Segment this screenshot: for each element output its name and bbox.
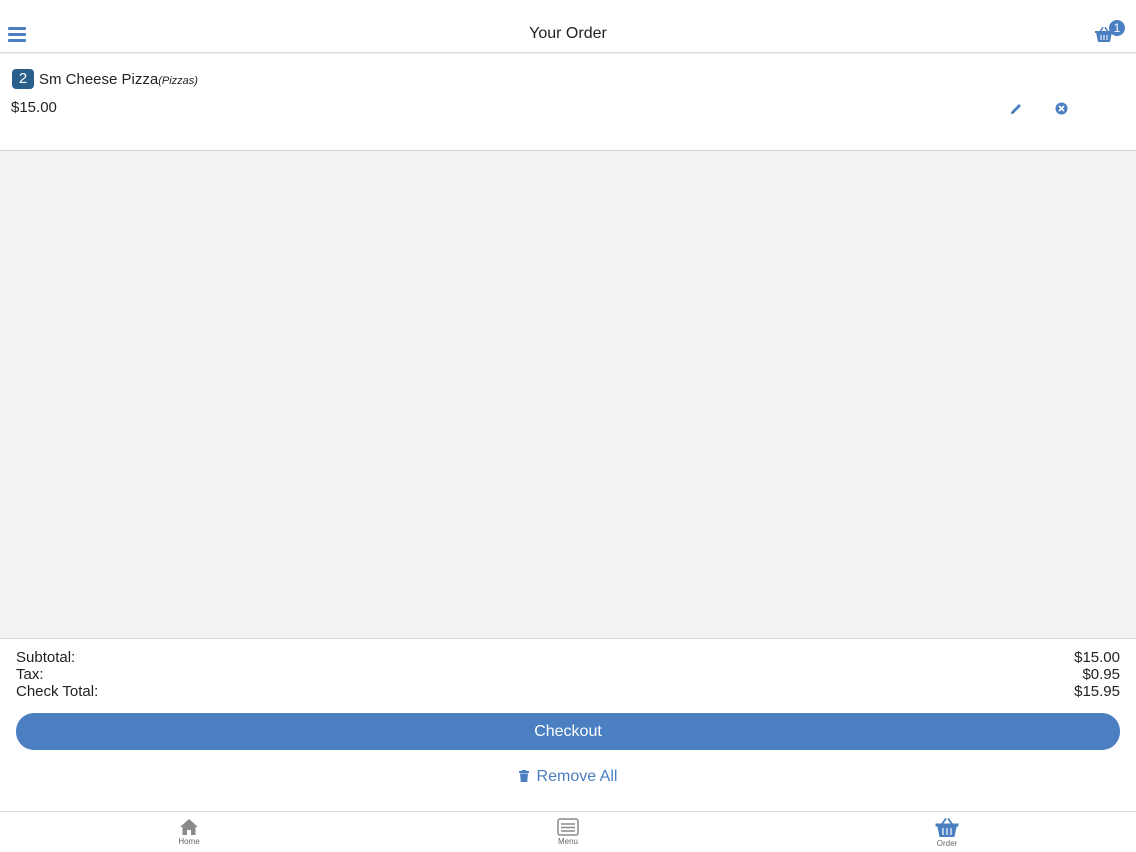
subtotal-row: Subtotal: $15.00 xyxy=(16,649,1120,667)
home-icon xyxy=(180,819,198,835)
nav-home-label: Home xyxy=(178,837,200,846)
item-price: $15.00 xyxy=(11,99,57,116)
trash-icon xyxy=(518,770,529,782)
tax-value: $0.95 xyxy=(1082,666,1120,683)
order-totals-panel: Subtotal: $15.00 Tax: $0.95 Check Total:… xyxy=(0,638,1136,812)
basket-icon xyxy=(935,818,959,837)
check-total-value: $15.95 xyxy=(1074,683,1120,700)
bottom-navigation: Home Menu Order xyxy=(0,811,1136,852)
item-name: Sm Cheese Pizza(Pizzas) xyxy=(39,71,198,88)
page-title: Your Order xyxy=(529,25,607,42)
cart-count-badge: 1 xyxy=(1109,20,1125,36)
pencil-icon xyxy=(1011,104,1021,114)
subtotal-label: Subtotal: xyxy=(16,649,76,666)
remove-all-label: Remove All xyxy=(536,768,618,785)
order-item-row: 2 Sm Cheese Pizza(Pizzas) $15.00 xyxy=(0,54,1136,151)
remove-item-button[interactable] xyxy=(1055,102,1068,115)
nav-order-label: Order xyxy=(936,839,958,848)
list-icon xyxy=(557,818,579,836)
check-total-row: Check Total: $15.95 xyxy=(16,683,1120,701)
check-total-label: Check Total: xyxy=(16,683,99,700)
item-category: (Pizzas) xyxy=(158,75,198,87)
remove-all-button[interactable]: Remove All xyxy=(0,768,1136,786)
nav-menu-label: Menu xyxy=(557,837,578,846)
close-circle-icon xyxy=(1055,102,1068,115)
top-bar: Your Order 1 xyxy=(0,0,1136,53)
quantity-badge: 2 xyxy=(12,69,34,89)
nav-home[interactable]: Home xyxy=(149,818,229,846)
item-name-text: Sm Cheese Pizza xyxy=(39,71,159,88)
cart-button[interactable]: 1 xyxy=(1093,18,1129,46)
subtotal-value: $15.00 xyxy=(1074,649,1120,666)
tax-label: Tax: xyxy=(16,666,44,683)
nav-order[interactable]: Order xyxy=(907,818,987,848)
checkout-button[interactable]: Checkout xyxy=(16,713,1120,750)
edit-item-button[interactable] xyxy=(1009,102,1023,116)
nav-menu[interactable]: Menu xyxy=(528,818,608,846)
tax-row: Tax: $0.95 xyxy=(16,666,1120,684)
